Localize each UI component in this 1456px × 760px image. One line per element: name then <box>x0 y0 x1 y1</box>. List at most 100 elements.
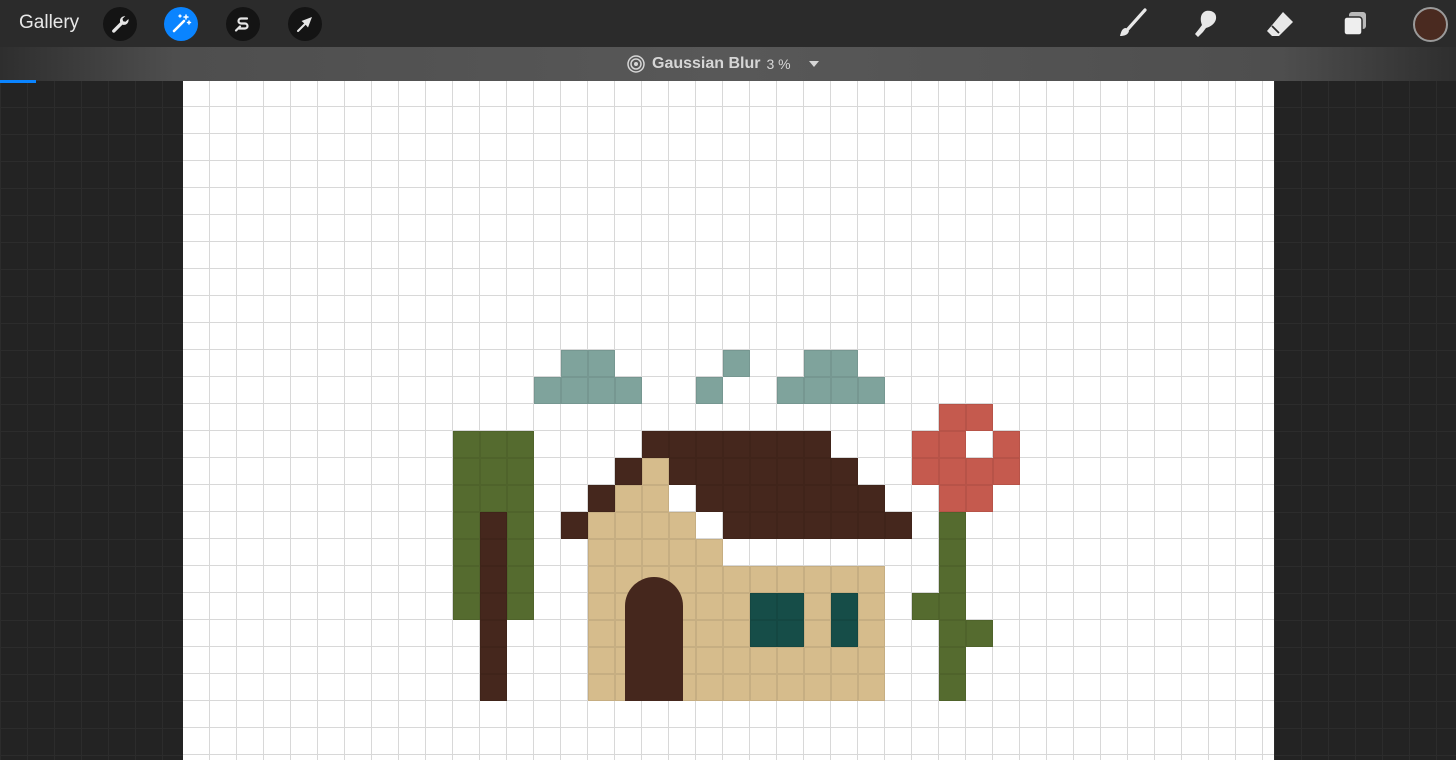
flower-stem-pixel <box>939 512 966 539</box>
flower-petal-pixel <box>966 404 993 431</box>
house-wall-pixel <box>588 512 615 539</box>
house-wall-pixel <box>723 620 750 647</box>
house-wall-pixel <box>777 674 804 701</box>
flower-petal-pixel <box>912 431 939 458</box>
house-wall-pixel <box>831 674 858 701</box>
house-roof-pixel <box>642 431 669 458</box>
house-wall-pixel <box>588 539 615 566</box>
tree-trunk-pixel <box>480 566 507 593</box>
cloud-pixel <box>804 350 831 377</box>
house-roof-pixel <box>669 431 696 458</box>
house-wall-pixel <box>696 539 723 566</box>
flower-stem-pixel <box>966 620 993 647</box>
house-wall-pixel <box>750 647 777 674</box>
cloud-pixel <box>831 377 858 404</box>
flower-petal-pixel <box>939 431 966 458</box>
house-wall-pixel <box>669 539 696 566</box>
adjustment-name: Gaussian Blur <box>652 55 761 72</box>
house-wall-pixel <box>831 566 858 593</box>
house-wall-pixel <box>804 593 831 620</box>
house-roof-pixel <box>750 458 777 485</box>
tree-trunk-pixel <box>480 620 507 647</box>
tree-leaf-pixel <box>453 593 480 620</box>
cloud-pixel <box>588 377 615 404</box>
flower-petal-pixel <box>993 431 1020 458</box>
house-roof-pixel <box>750 431 777 458</box>
drawing-canvas[interactable] <box>183 81 1274 760</box>
eraser-tool-button[interactable] <box>1262 7 1298 41</box>
cloud-pixel <box>858 377 885 404</box>
house-roof-pixel <box>696 485 723 512</box>
house-wall-pixel <box>615 539 642 566</box>
tree-leaf-pixel <box>507 458 534 485</box>
adjustment-slider-fill <box>0 80 37 83</box>
transform-button[interactable] <box>288 7 322 41</box>
flower-stem-pixel <box>939 674 966 701</box>
color-swatch-button[interactable] <box>1413 7 1448 42</box>
house-wall-pixel <box>777 566 804 593</box>
house-roof-pixel <box>777 512 804 539</box>
house-roof-pixel <box>885 512 912 539</box>
house-roof-pixel <box>858 512 885 539</box>
house-roof-pixel <box>831 485 858 512</box>
house-roof-pixel <box>831 512 858 539</box>
house-wall-pixel <box>696 647 723 674</box>
house-roof-pixel <box>804 458 831 485</box>
selection-s-icon <box>234 17 249 32</box>
layers-icon <box>1343 12 1366 36</box>
magic-wand-icon <box>172 14 192 33</box>
house-roof-pixel <box>804 431 831 458</box>
flower-stem-pixel <box>939 593 966 620</box>
house-wall-pixel <box>750 566 777 593</box>
cloud-pixel <box>831 350 858 377</box>
tree-leaf-pixel <box>453 485 480 512</box>
house-roof-pixel <box>777 458 804 485</box>
eraser-icon <box>1267 12 1293 36</box>
house-roof-pixel <box>723 485 750 512</box>
house-wall-pixel <box>858 620 885 647</box>
tree-leaf-pixel <box>480 458 507 485</box>
layers-button[interactable] <box>1337 7 1373 41</box>
cloud-pixel <box>723 350 750 377</box>
tree-leaf-pixel <box>453 458 480 485</box>
caret-down-icon <box>808 61 819 67</box>
house-roof-pixel <box>777 485 804 512</box>
adjustments-button[interactable] <box>164 7 198 41</box>
arrow-cursor-icon <box>297 17 312 32</box>
flower-stem-pixel <box>939 566 966 593</box>
tree-leaf-pixel <box>507 512 534 539</box>
cloud-pixel <box>561 377 588 404</box>
house-wall-pixel <box>777 647 804 674</box>
house-window-pixel <box>777 593 804 620</box>
house-roof-pixel <box>804 512 831 539</box>
smudge-tool-button[interactable] <box>1188 7 1224 41</box>
brush-tool-button[interactable] <box>1114 7 1150 41</box>
house-wall-pixel <box>723 674 750 701</box>
cloud-pixel <box>804 377 831 404</box>
house-roof-pixel <box>777 431 804 458</box>
tree-leaf-pixel <box>453 512 480 539</box>
tree-trunk-pixel <box>480 647 507 674</box>
house-wall-pixel <box>723 566 750 593</box>
house-roof-pixel <box>858 485 885 512</box>
house-window-pixel <box>831 593 858 620</box>
house-wall-pixel <box>858 593 885 620</box>
gallery-button[interactable]: Gallery <box>19 11 79 35</box>
adjustment-menu[interactable]: Gaussian Blur 3 % <box>626 53 823 75</box>
house-wall-pixel <box>804 566 831 593</box>
flower-stem-pixel <box>912 593 939 620</box>
tree-leaf-pixel <box>507 566 534 593</box>
house-wall-pixel <box>804 647 831 674</box>
adjustment-status-bar: Gaussian Blur 3 % <box>0 47 1456 83</box>
house-roof-pixel <box>696 458 723 485</box>
flower-petal-pixel <box>939 404 966 431</box>
house-wall-pixel <box>588 674 615 701</box>
house-roof-pixel <box>750 485 777 512</box>
actions-button[interactable] <box>103 7 137 41</box>
flower-stem-pixel <box>939 620 966 647</box>
flower-stem-pixel <box>939 647 966 674</box>
house-wall-pixel <box>588 566 615 593</box>
selection-button[interactable] <box>226 7 260 41</box>
house-wall-pixel <box>615 512 642 539</box>
canvas-side-area-left <box>0 80 183 760</box>
